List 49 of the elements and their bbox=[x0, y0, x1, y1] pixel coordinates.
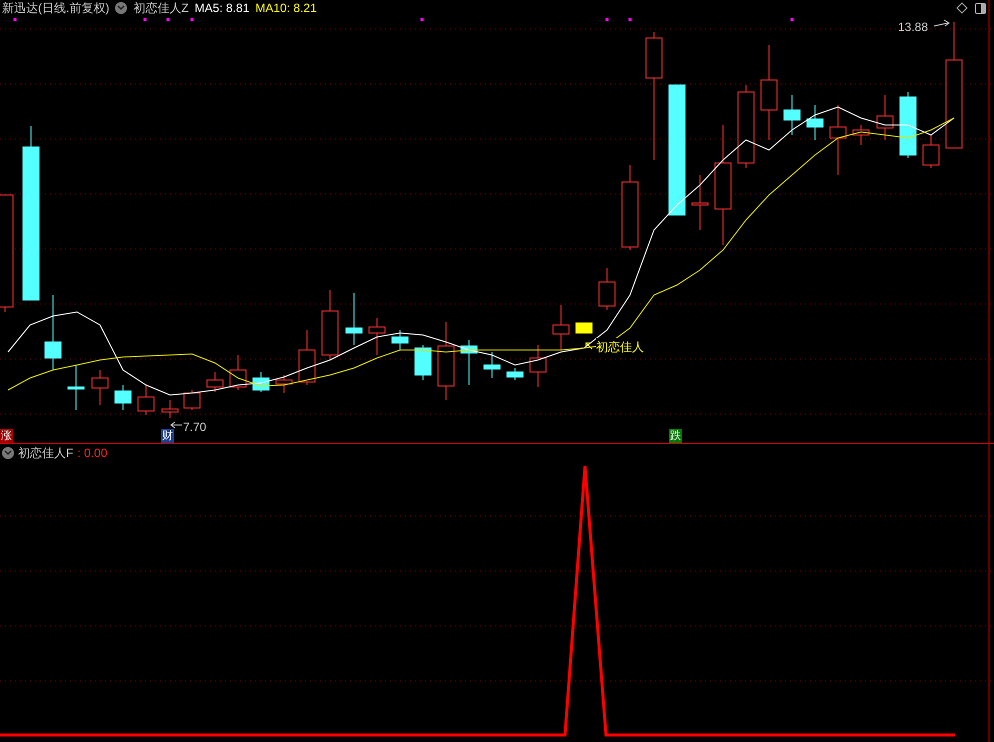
low-price-label: 7.70 bbox=[183, 419, 206, 436]
candlestick bbox=[368, 318, 386, 356]
stock-title: 新迅达(日线.前复权) bbox=[2, 1, 110, 15]
candlestick bbox=[460, 340, 478, 386]
candlestick bbox=[830, 104, 846, 176]
candlestick bbox=[114, 384, 132, 410]
candlestick bbox=[576, 322, 592, 334]
moving-average-value: MA10: 8.21 bbox=[255, 1, 317, 15]
dropdown-icon[interactable] bbox=[2, 447, 14, 459]
event-marker[interactable]: 跌 bbox=[669, 429, 682, 443]
candlestick bbox=[346, 292, 362, 346]
signal-label: 初恋佳人 bbox=[596, 338, 644, 356]
panel-toggle-icon[interactable] bbox=[975, 3, 986, 14]
dropdown-icon[interactable] bbox=[115, 2, 128, 14]
high-price-label: 13.88 bbox=[898, 19, 928, 36]
candlestick bbox=[484, 352, 500, 378]
candlestick bbox=[900, 92, 916, 158]
arrow-icon bbox=[934, 20, 950, 26]
candlestick bbox=[806, 104, 824, 140]
candlestick bbox=[530, 344, 546, 388]
indicator-value: : 0.00 bbox=[77, 445, 108, 462]
candlestick bbox=[230, 354, 246, 390]
candlestick bbox=[692, 174, 708, 230]
candlestick bbox=[138, 384, 154, 416]
candlestick bbox=[598, 268, 616, 310]
candlestick bbox=[922, 134, 940, 168]
arrow-icon bbox=[586, 342, 592, 350]
candlestick bbox=[784, 94, 800, 136]
moving-average-value: MA5: 8.81 bbox=[194, 1, 250, 15]
candlestick bbox=[92, 370, 108, 406]
indicator-name: 初恋佳人Z bbox=[133, 1, 189, 15]
candlestick bbox=[184, 390, 200, 410]
arrow-icon bbox=[170, 422, 182, 428]
candlestick bbox=[876, 94, 894, 140]
candlestick bbox=[852, 124, 870, 146]
event-marker[interactable]: 涨 bbox=[0, 429, 13, 443]
indicator-name: 初恋佳人F bbox=[18, 445, 74, 462]
candlestick bbox=[322, 290, 338, 360]
event-marker[interactable]: 财 bbox=[161, 429, 174, 443]
candlestick bbox=[206, 372, 224, 392]
candlestick bbox=[552, 304, 570, 350]
candlestick bbox=[162, 400, 178, 418]
candlestick bbox=[276, 374, 292, 394]
candlestick bbox=[392, 330, 408, 350]
candlestick bbox=[506, 368, 524, 380]
candlestick bbox=[252, 372, 270, 392]
candlestick bbox=[298, 330, 316, 386]
candlestick bbox=[68, 364, 84, 410]
candlestick bbox=[414, 344, 432, 380]
